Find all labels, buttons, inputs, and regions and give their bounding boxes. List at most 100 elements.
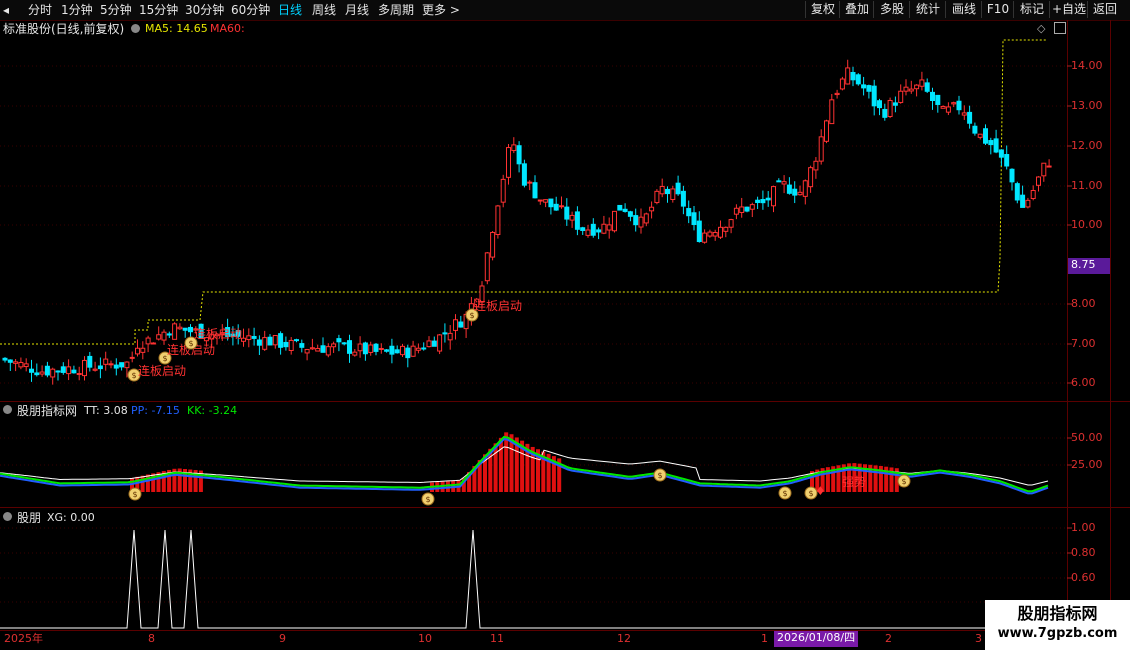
date-label-2025: 2025年 bbox=[4, 632, 43, 645]
candle-body bbox=[140, 347, 146, 353]
candle-body bbox=[606, 224, 612, 231]
indicator-settings-icon[interactable] bbox=[3, 405, 12, 414]
candle-body bbox=[119, 362, 125, 368]
watermark-url: www.7gpzb.com bbox=[997, 626, 1118, 641]
candle-body bbox=[776, 180, 782, 183]
candle-body bbox=[352, 351, 358, 356]
candle-body bbox=[691, 212, 697, 226]
date-label-12: 12 bbox=[617, 632, 631, 645]
candle-body bbox=[71, 369, 77, 374]
candle-body bbox=[82, 359, 87, 377]
candle-body bbox=[108, 363, 114, 366]
candle-body bbox=[696, 220, 702, 243]
candle-body bbox=[1025, 199, 1031, 208]
money-bag-icon: $ bbox=[421, 490, 435, 510]
y-tick-6: 6.00 bbox=[1071, 376, 1096, 389]
stop-line bbox=[0, 39, 1046, 345]
ind-tick-50: 50.00 bbox=[1071, 431, 1103, 444]
candle-body bbox=[87, 355, 93, 368]
annotation-lianban-4: 连板启动 bbox=[474, 299, 523, 313]
candle-body bbox=[945, 106, 951, 113]
candle-body bbox=[34, 372, 40, 376]
xg-signal-line bbox=[0, 529, 1067, 629]
candle-body bbox=[92, 368, 98, 371]
candle-body bbox=[786, 184, 792, 194]
candle-body bbox=[400, 345, 405, 356]
candle-body bbox=[278, 333, 284, 348]
candle-body bbox=[839, 78, 845, 90]
candle-body bbox=[802, 180, 808, 197]
candle-body bbox=[447, 332, 453, 341]
candle-body bbox=[1004, 154, 1010, 167]
candle-body bbox=[129, 356, 135, 359]
candle-body bbox=[1041, 162, 1047, 177]
candle-body bbox=[559, 205, 564, 208]
candle-body bbox=[172, 323, 178, 340]
candle-body bbox=[1046, 165, 1052, 168]
maximize-icon[interactable] bbox=[1054, 22, 1066, 34]
xg-settings-icon[interactable] bbox=[3, 512, 12, 521]
candle-body bbox=[649, 206, 655, 212]
candle-body bbox=[288, 339, 294, 351]
xg-tick-08: 0.80 bbox=[1071, 546, 1096, 559]
candle-body bbox=[903, 86, 909, 92]
candle-body bbox=[437, 334, 443, 352]
candlestick-series bbox=[2, 59, 1052, 385]
candle-body bbox=[887, 99, 893, 118]
candle-body bbox=[182, 327, 188, 331]
candle-body bbox=[378, 347, 384, 350]
candle-body bbox=[7, 359, 13, 363]
candle-body bbox=[389, 345, 395, 355]
candle-body bbox=[50, 368, 56, 378]
candle-body bbox=[961, 112, 967, 116]
y-tick-11: 11.00 bbox=[1071, 179, 1103, 192]
candle-body bbox=[2, 357, 8, 361]
candle-body bbox=[712, 232, 718, 237]
tt-value: TT: 3.08 bbox=[84, 404, 128, 417]
candle-body bbox=[723, 226, 729, 232]
candle-body bbox=[617, 204, 623, 211]
candle-body bbox=[23, 363, 29, 368]
settings-icon[interactable] bbox=[131, 24, 140, 33]
candle-body bbox=[490, 231, 496, 258]
candle-body bbox=[431, 340, 437, 347]
candle-body bbox=[543, 199, 549, 203]
candle-body bbox=[500, 178, 506, 203]
candle-body bbox=[627, 211, 633, 217]
y-tick-8: 8.00 bbox=[1071, 297, 1096, 310]
candle-body bbox=[18, 361, 24, 368]
candle-body bbox=[299, 343, 305, 348]
candle-body bbox=[861, 84, 867, 89]
candle-body bbox=[453, 319, 458, 331]
candle-body bbox=[161, 331, 167, 341]
svg-text:$: $ bbox=[132, 490, 137, 499]
candle-body bbox=[553, 203, 559, 211]
candle-body bbox=[484, 252, 490, 282]
candle-body bbox=[797, 191, 803, 196]
candle-body bbox=[256, 339, 262, 346]
date-label-1: 1 bbox=[761, 632, 768, 645]
candle-body bbox=[55, 370, 61, 373]
candle-body bbox=[426, 340, 432, 348]
svg-text:$: $ bbox=[425, 495, 430, 504]
diamond-icon[interactable]: ◇ bbox=[1037, 22, 1045, 35]
candle-body bbox=[967, 111, 973, 124]
candle-body bbox=[156, 334, 162, 340]
candle-body bbox=[612, 210, 617, 232]
candle-body bbox=[537, 199, 543, 202]
candle-body bbox=[368, 344, 374, 353]
svg-text:$: $ bbox=[808, 489, 813, 498]
candle-body bbox=[596, 229, 602, 233]
price-marker: 8.75 bbox=[1068, 258, 1110, 274]
candle-body bbox=[410, 345, 416, 357]
candle-body bbox=[914, 84, 920, 90]
xg-value: XG: 0.00 bbox=[47, 511, 95, 524]
candle-body bbox=[511, 144, 517, 152]
candle-body bbox=[39, 371, 45, 375]
candle-body bbox=[977, 133, 983, 138]
candle-body bbox=[574, 211, 580, 230]
candle-body bbox=[103, 358, 109, 365]
ma60-label: MA60: bbox=[210, 22, 245, 35]
candle-body bbox=[956, 100, 962, 111]
y-tick-14: 14.00 bbox=[1071, 59, 1103, 72]
